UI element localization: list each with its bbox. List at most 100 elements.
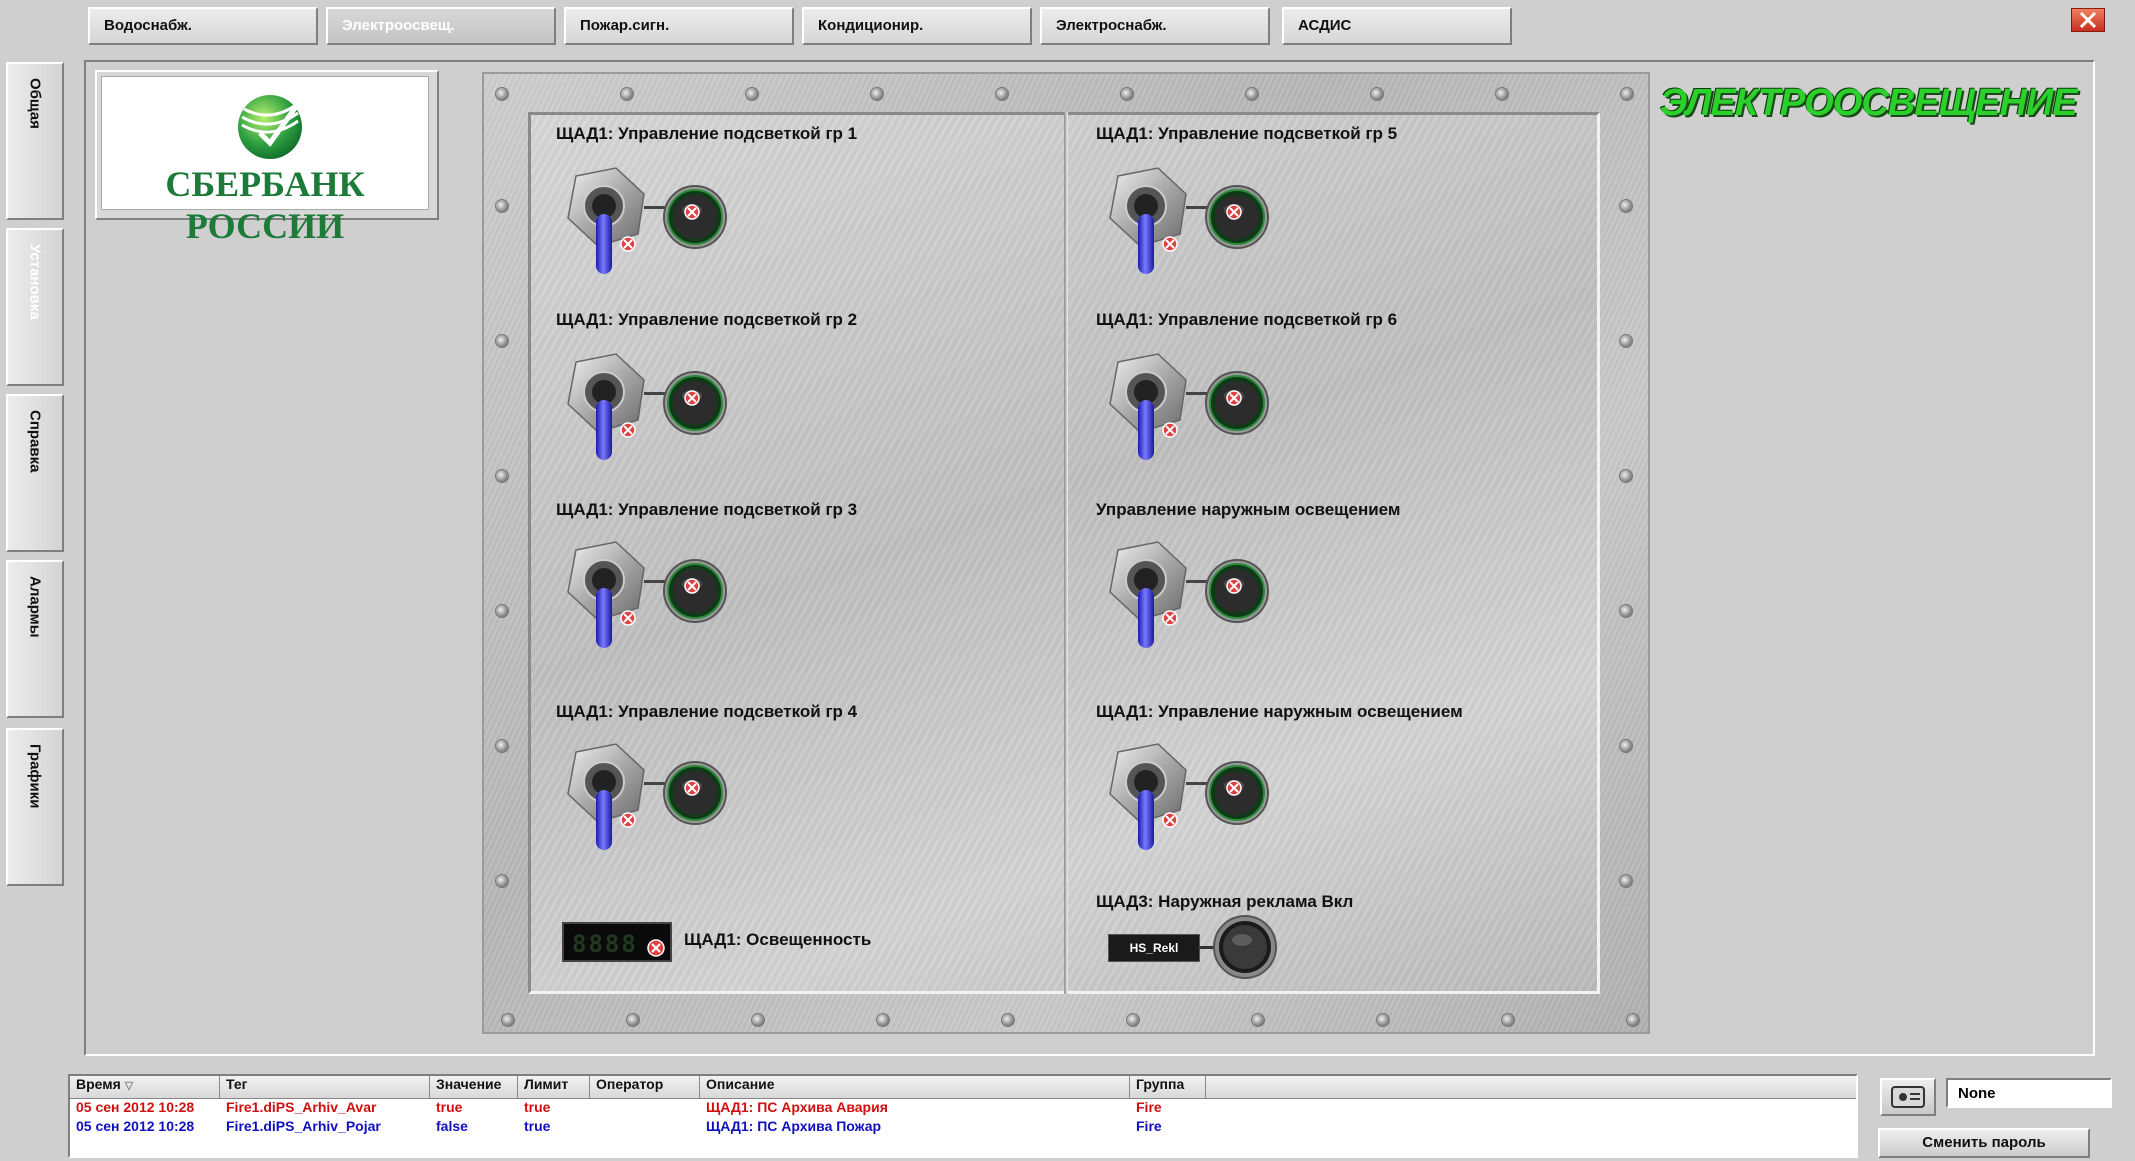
user-card-icon	[1891, 1086, 1925, 1108]
column-header-limit[interactable]: Лимит	[518, 1076, 590, 1098]
ad-tag: HS_Rekl	[1108, 934, 1200, 962]
close-icon	[2079, 11, 2097, 29]
control-label-outdoor: Управление наружным освещением	[1096, 500, 1401, 519]
side-tab-label: Установка	[26, 244, 44, 320]
tab-water-supply[interactable]: Водоснабж.	[88, 7, 318, 45]
tab-lighting[interactable]: Электроосвещ.	[326, 7, 556, 45]
panel-screw	[1620, 200, 1632, 212]
column-header-value[interactable]: Значение	[430, 1076, 518, 1098]
table-cell-value: true	[436, 1099, 463, 1115]
tab-air-conditioning[interactable]: Кондиционир.	[802, 7, 1032, 45]
tab-asdis[interactable]: АСДИС	[1282, 7, 1512, 45]
table-cell-time: 05 сен 2012 10:28	[76, 1118, 195, 1134]
logo-text: СБЕРБАНК РОССИИ	[165, 164, 365, 246]
change-password-button[interactable]: Сменить пароль	[1878, 1128, 2090, 1158]
status-indicator-group-2	[663, 371, 727, 435]
table-cell-operator	[590, 1099, 700, 1118]
control-label-group-1: ЩАД1: Управление подсветкой гр 1	[556, 124, 858, 143]
ad-indicator-lamp[interactable]	[1212, 914, 1278, 980]
table-cell-group: Fire	[1136, 1118, 1162, 1134]
status-indicator-group-3	[663, 559, 727, 623]
illumination-label: ЩАД1: Освещенность	[684, 930, 872, 949]
panel-screw	[1627, 1014, 1639, 1026]
status-indicator-outdoor-2	[1205, 761, 1269, 825]
control-label-group-5: ЩАД1: Управление подсветкой гр 5	[1096, 124, 1398, 143]
panel-screw	[1620, 335, 1632, 347]
side-tab-label: Графики	[26, 744, 44, 809]
panel-screw	[1371, 88, 1383, 100]
alarm-table-header: Время ▽ Тег Значение Лимит Оператор Опис…	[70, 1076, 1856, 1099]
panel-screw	[496, 470, 508, 482]
close-button[interactable]	[2071, 8, 2105, 32]
logo-box: СБЕРБАНК РОССИИ	[95, 70, 439, 246]
panel-screw	[502, 1014, 514, 1026]
side-tab-label: Алармы	[26, 576, 44, 638]
side-tab-label: Общая	[26, 78, 44, 129]
column-header-tag[interactable]: Тег	[220, 1076, 430, 1098]
panel-screw	[1121, 88, 1133, 100]
control-label-group-3: ЩАД1: Управление подсветкой гр 3	[556, 500, 858, 519]
control-label-group-6: ЩАД1: Управление подсветкой гр 6	[1096, 310, 1398, 329]
ad-label: ЩАД3: Наружная реклама Вкл	[1096, 892, 1354, 911]
status-indicator-outdoor	[1205, 559, 1269, 623]
panel-screw	[996, 88, 1008, 100]
panel-screw	[496, 875, 508, 887]
panel-screw	[1620, 875, 1632, 887]
panel-screw	[496, 605, 508, 617]
panel-screw	[746, 88, 758, 100]
panel-screw	[627, 1014, 639, 1026]
table-cell-value: false	[436, 1118, 468, 1134]
control-label-outdoor-2: ЩАД1: Управление наружным освещением	[1096, 702, 1463, 721]
table-cell-group: Fire	[1136, 1099, 1162, 1115]
table-cell-time: 05 сен 2012 10:28	[76, 1099, 195, 1115]
sberbank-logo-icon	[238, 95, 303, 159]
table-cell-limit: true	[524, 1099, 551, 1115]
panel-screw	[1620, 740, 1632, 752]
panel-divider	[1064, 112, 1068, 994]
tab-fire-alarm[interactable]: Пожар.сигн.	[564, 7, 794, 45]
side-tab-label: Справка	[26, 410, 44, 473]
side-tab-help[interactable]: Справка	[6, 394, 64, 552]
panel-screw	[1620, 605, 1632, 617]
panel-screw	[496, 200, 508, 212]
side-tab-charts[interactable]: Графики	[6, 728, 64, 886]
tab-power-supply[interactable]: Электроснабж.	[1040, 7, 1270, 45]
table-row[interactable]: 05 сен 2012 10:28 Fire1.diPS_Arhiv_Pojar f…	[70, 1118, 1856, 1137]
panel-screw	[871, 88, 883, 100]
status-indicator-group-5	[1205, 185, 1269, 249]
side-tab-setup[interactable]: Установка	[6, 228, 64, 386]
table-cell-tag: Fire1.diPS_Arhiv_Avar	[226, 1099, 377, 1115]
sberbank-logo: СБЕРБАНК РОССИИ	[101, 76, 429, 246]
panel-screw	[496, 88, 508, 100]
illumination-display: 8888	[562, 922, 672, 962]
side-tab-alarms[interactable]: Алармы	[6, 560, 64, 718]
column-header-time[interactable]: Время ▽	[70, 1076, 220, 1098]
panel-screw	[1502, 1014, 1514, 1026]
top-tab-bar: Водоснабж. Электроосвещ. Пожар.сигн. Кон…	[0, 0, 2135, 60]
panel-screw	[1127, 1014, 1139, 1026]
user-login-button[interactable]	[1880, 1078, 1936, 1116]
illumination-digits: 8888	[572, 930, 638, 958]
column-header-operator[interactable]: Оператор	[590, 1076, 700, 1098]
side-tab-general[interactable]: Общая	[6, 62, 64, 220]
control-label-group-4: ЩАД1: Управление подсветкой гр 4	[556, 702, 858, 721]
control-label-group-2: ЩАД1: Управление подсветкой гр 2	[556, 310, 858, 329]
panel-screw	[1496, 88, 1508, 100]
error-icon	[647, 939, 665, 957]
column-header-group[interactable]: Группа	[1130, 1076, 1206, 1098]
panel-screw	[1377, 1014, 1389, 1026]
page-title: ЭЛЕКТРООСВЕЩЕНИЕ	[1660, 82, 2078, 124]
status-indicator-group-4	[663, 761, 727, 825]
panel-screw	[1620, 470, 1632, 482]
table-row[interactable]: 05 сен 2012 10:28 Fire1.diPS_Arhiv_Avar tr…	[70, 1099, 1856, 1118]
panel-screw	[1246, 88, 1258, 100]
alarm-table: Время ▽ Тег Значение Лимит Оператор Опис…	[68, 1074, 1858, 1158]
panel-screw	[877, 1014, 889, 1026]
panel-screw	[496, 740, 508, 752]
status-indicator-group-1	[663, 185, 727, 249]
column-header-description[interactable]: Описание	[700, 1076, 1130, 1098]
panel-screw	[1002, 1014, 1014, 1026]
panel-screw	[496, 335, 508, 347]
panel-screw	[752, 1014, 764, 1026]
panel-screw	[1621, 88, 1633, 100]
